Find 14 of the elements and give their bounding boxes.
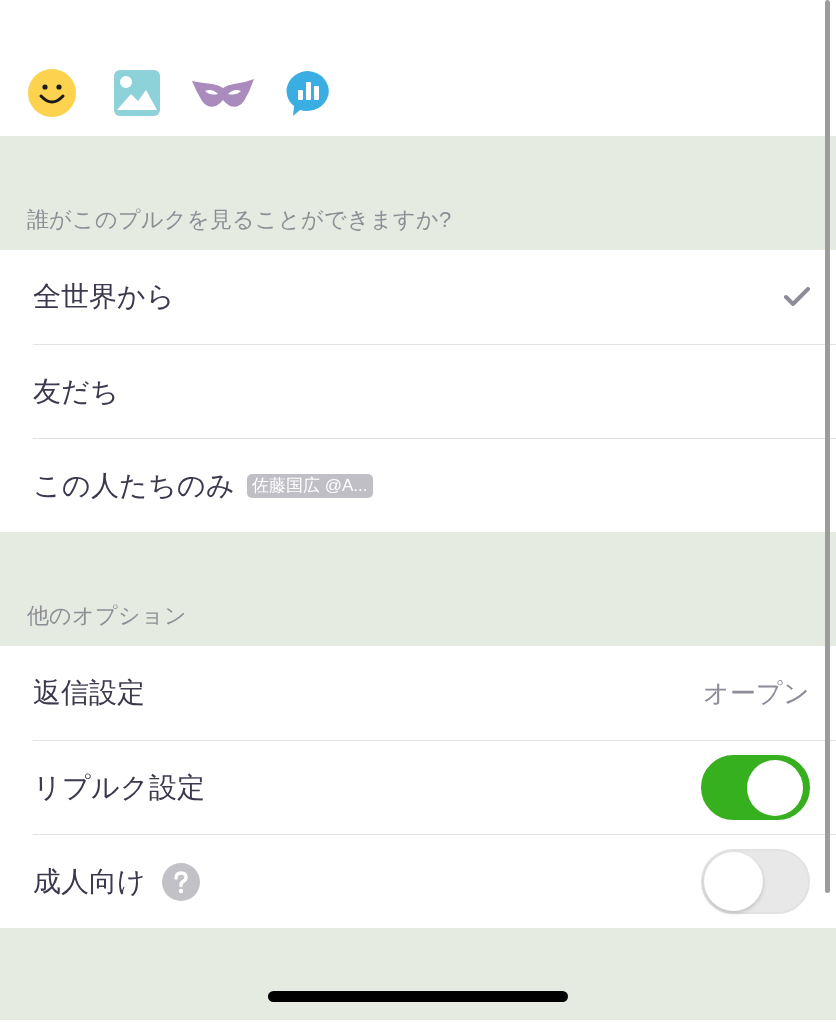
audience-option[interactable]: 全世界から <box>33 250 836 344</box>
mask-icon[interactable] <box>192 79 254 109</box>
setting-value: オープン <box>703 676 810 710</box>
setting-label: 成人向け <box>33 864 146 899</box>
image-icon[interactable] <box>114 70 160 116</box>
user-tag: 佐藤国広 @A... <box>247 473 373 498</box>
setting-label: リプルク設定 <box>33 770 205 805</box>
section-header: 誰がこのプルクを見ることができますか? <box>27 206 452 234</box>
setting-row[interactable]: 返信設定 オープン <box>33 646 836 740</box>
checkmark-icon <box>784 287 810 307</box>
smiley-icon[interactable] <box>28 69 76 117</box>
help-icon[interactable] <box>162 862 200 901</box>
section-header: 他のオプション <box>27 602 187 630</box>
poll-icon[interactable] <box>284 69 332 117</box>
